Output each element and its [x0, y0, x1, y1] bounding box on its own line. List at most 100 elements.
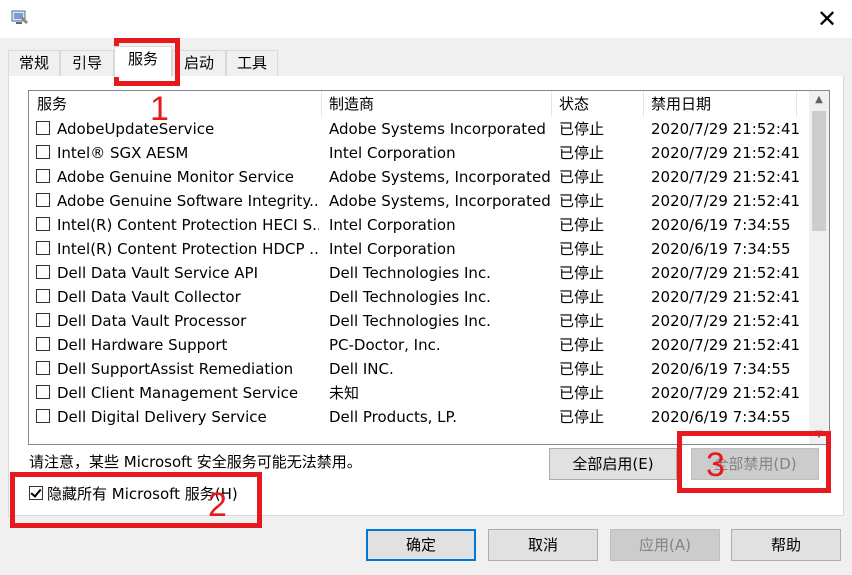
- help-button[interactable]: 帮助: [731, 529, 841, 561]
- row-service-name: Dell SupportAssist Remediation: [57, 360, 294, 378]
- row-status: 已停止: [559, 264, 605, 282]
- column-header-manufacturer[interactable]: 制造商: [321, 91, 551, 117]
- table-row[interactable]: Dell Data Vault Service API Dell Technolo…: [29, 261, 799, 285]
- row-service-name: Intel(R) Content Protection HDCP ...: [57, 240, 319, 258]
- close-icon[interactable]: ✕: [810, 4, 844, 34]
- row-status: 已停止: [559, 216, 605, 234]
- row-status: 已停止: [559, 312, 605, 330]
- service-checkbox[interactable]: [36, 361, 50, 375]
- service-checkbox[interactable]: [36, 313, 50, 327]
- row-status: 已停止: [559, 120, 605, 138]
- row-service-name: Dell Data Vault Service API: [57, 264, 259, 282]
- row-service-name: Dell Data Vault Processor: [57, 312, 247, 330]
- row-service-name: Dell Data Vault Collector: [57, 288, 241, 306]
- service-checkbox[interactable]: [36, 121, 50, 135]
- row-disabled-date: 2020/6/19 7:34:55: [651, 240, 791, 258]
- row-status: 已停止: [559, 192, 605, 210]
- table-row[interactable]: Adobe Genuine Software Integrity... Adobe…: [29, 189, 799, 213]
- row-disabled-date: 2020/7/29 21:52:41: [651, 312, 799, 330]
- msconfig-app-icon: [10, 8, 30, 28]
- row-manufacturer: Dell Technologies Inc.: [329, 264, 491, 282]
- row-status: 已停止: [559, 336, 605, 354]
- tab-services[interactable]: 服务: [114, 46, 172, 77]
- row-service-name: Dell Client Management Service: [57, 384, 299, 402]
- service-checkbox[interactable]: [36, 385, 50, 399]
- security-services-note: 请注意，某些 Microsoft 安全服务可能无法禁用。: [29, 453, 362, 471]
- enable-all-button[interactable]: 全部启用(E): [549, 448, 677, 480]
- table-row[interactable]: Dell Data Vault Processor Dell Technologi…: [29, 309, 799, 333]
- row-manufacturer: Adobe Systems, Incorporated: [329, 168, 551, 186]
- row-service-name: AdobeUpdateService: [57, 120, 215, 138]
- scroll-up-icon[interactable]: ▲: [809, 91, 829, 109]
- row-manufacturer: PC-Doctor, Inc.: [329, 336, 441, 354]
- row-manufacturer: Dell Products, LP.: [329, 408, 458, 426]
- service-checkbox[interactable]: [36, 337, 50, 351]
- service-checkbox[interactable]: [36, 145, 50, 159]
- table-row[interactable]: Dell Client Management Service 未知 已停止 2020/…: [29, 381, 799, 405]
- service-checkbox[interactable]: [36, 409, 50, 423]
- cancel-button[interactable]: 取消: [488, 529, 598, 561]
- service-checkbox[interactable]: [36, 241, 50, 255]
- table-row[interactable]: Intel(R) Content Protection HDCP ... Inte…: [29, 237, 799, 261]
- row-manufacturer: Adobe Systems Incorporated: [329, 120, 546, 138]
- column-header-status[interactable]: 状态: [551, 91, 643, 117]
- service-checkbox[interactable]: [36, 265, 50, 279]
- tab-general[interactable]: 常规: [8, 50, 60, 76]
- table-row[interactable]: Adobe Genuine Monitor Service Adobe Syste…: [29, 165, 799, 189]
- list-header: 服务 制造商 状态 禁用日期: [29, 91, 799, 117]
- annotation-number-1: 1: [150, 90, 169, 128]
- row-manufacturer: Intel Corporation: [329, 144, 456, 162]
- apply-button[interactable]: 应用(A): [610, 529, 720, 561]
- row-service-name: Adobe Genuine Software Integrity...: [57, 192, 319, 210]
- table-row[interactable]: Intel(R) Content Protection HECI S... Int…: [29, 213, 799, 237]
- row-disabled-date: 2020/7/29 21:52:41: [651, 264, 799, 282]
- row-disabled-date: 2020/7/29 21:52:41: [651, 120, 799, 138]
- services-list[interactable]: 服务 制造商 状态 禁用日期 AdobeUpdateService Adobe S…: [28, 90, 830, 445]
- row-disabled-date: 2020/6/19 7:34:55: [651, 216, 791, 234]
- row-service-name: Intel® SGX AESM: [57, 144, 189, 162]
- row-status: 已停止: [559, 360, 605, 378]
- table-row[interactable]: Intel® SGX AESM Intel Corporation 已停止 2020/…: [29, 141, 799, 165]
- row-status: 已停止: [559, 384, 605, 402]
- table-row[interactable]: Dell Digital Delivery Service Dell Produc…: [29, 405, 799, 429]
- row-manufacturer: Dell Technologies Inc.: [329, 312, 491, 330]
- scroll-thumb[interactable]: [812, 111, 826, 231]
- column-divider: [796, 91, 797, 117]
- row-disabled-date: 2020/7/29 21:52:41: [651, 384, 799, 402]
- column-header-disabled-date[interactable]: 禁用日期: [643, 91, 799, 117]
- row-disabled-date: 2020/7/29 21:52:41: [651, 144, 799, 162]
- row-status: 已停止: [559, 240, 605, 258]
- table-row[interactable]: Dell SupportAssist Remediation Dell INC. 已…: [29, 357, 799, 381]
- row-manufacturer: 未知: [329, 384, 360, 402]
- title-bar: ✕: [0, 0, 852, 38]
- row-status: 已停止: [559, 408, 605, 426]
- table-row[interactable]: Dell Data Vault Collector Dell Technologi…: [29, 285, 799, 309]
- row-status: 已停止: [559, 288, 605, 306]
- row-service-name: Adobe Genuine Monitor Service: [57, 168, 294, 186]
- table-row[interactable]: AdobeUpdateService Adobe Systems Incorpor…: [29, 117, 799, 141]
- tab-startup[interactable]: 启动: [172, 50, 226, 76]
- row-manufacturer: Adobe Systems, Incorporated: [329, 192, 551, 210]
- row-service-name: Dell Hardware Support: [57, 336, 228, 354]
- service-checkbox[interactable]: [36, 289, 50, 303]
- row-disabled-date: 2020/6/19 7:34:55: [651, 408, 791, 426]
- row-manufacturer: Dell Technologies Inc.: [329, 288, 491, 306]
- row-manufacturer: Intel Corporation: [329, 216, 456, 234]
- row-service-name: Dell Digital Delivery Service: [57, 408, 267, 426]
- vertical-scrollbar[interactable]: ▲ ▼: [809, 91, 829, 444]
- service-checkbox[interactable]: [36, 217, 50, 231]
- ok-button[interactable]: 确定: [366, 529, 476, 561]
- tab-boot[interactable]: 引导: [60, 50, 114, 76]
- row-status: 已停止: [559, 144, 605, 162]
- tab-tools[interactable]: 工具: [226, 50, 278, 76]
- row-manufacturer: Dell INC.: [329, 360, 394, 378]
- service-checkbox[interactable]: [36, 193, 50, 207]
- service-checkbox[interactable]: [36, 169, 50, 183]
- row-manufacturer: Intel Corporation: [329, 240, 456, 258]
- row-status: 已停止: [559, 168, 605, 186]
- table-row[interactable]: Dell Hardware Support PC-Doctor, Inc. 已停止 2…: [29, 333, 799, 357]
- row-disabled-date: 2020/7/29 21:52:41: [651, 288, 799, 306]
- row-service-name: Intel(R) Content Protection HECI S...: [57, 216, 319, 234]
- column-header-service[interactable]: 服务: [29, 91, 321, 117]
- row-disabled-date: 2020/6/19 7:34:55: [651, 360, 791, 378]
